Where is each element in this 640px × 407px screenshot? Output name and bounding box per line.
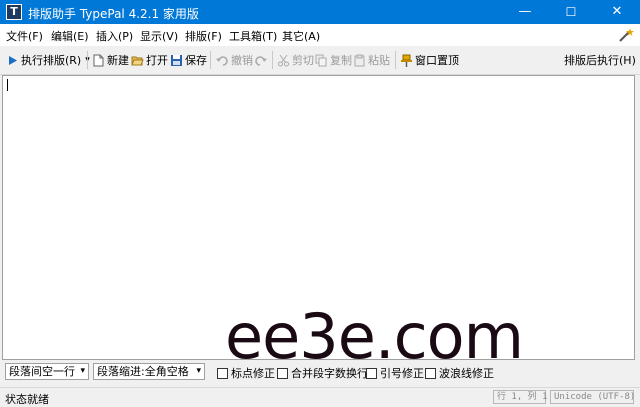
cursor-position: 行 1, 列 1 bbox=[493, 390, 546, 404]
menu-edit[interactable]: 编辑(E) bbox=[51, 28, 89, 44]
paragraph-indent-select[interactable]: 段落缩进:全角空格 ▾ bbox=[93, 363, 205, 380]
toolbar-separator bbox=[272, 51, 273, 69]
scissors-icon bbox=[277, 54, 290, 67]
new-label: 新建 bbox=[107, 52, 129, 68]
paste-label: 粘贴 bbox=[368, 52, 390, 68]
cut-label: 剪切 bbox=[292, 52, 314, 68]
folder-open-icon bbox=[131, 54, 144, 67]
window-title: 排版助手 TypePal 4.2.1 家用版 bbox=[28, 5, 199, 22]
status-text: 状态就绪 bbox=[5, 391, 49, 407]
paragraph-spacing-select[interactable]: 段落间空一行 ▾ bbox=[5, 363, 89, 380]
chevron-down-icon: ▾ bbox=[80, 364, 85, 379]
magic-wand-icon[interactable] bbox=[618, 27, 634, 43]
menu-typeset[interactable]: 排版(F) bbox=[185, 28, 222, 44]
copy-icon bbox=[315, 54, 328, 67]
encoding-indicator: Unicode (UTF-8) bbox=[550, 390, 634, 404]
toolbar: 执行排版(R) ▾ 新建 打开 保存 撤销 剪切 复制 粘贴 窗口置顶 排版后执… bbox=[0, 46, 640, 75]
undo-button[interactable]: 撤销 bbox=[216, 52, 253, 68]
cut-button[interactable]: 剪切 bbox=[277, 52, 314, 68]
chevron-down-icon: ▾ bbox=[196, 364, 201, 379]
title-bar: T 排版助手 TypePal 4.2.1 家用版 — ☐ ✕ bbox=[0, 0, 640, 24]
paragraph-indent-value: 段落缩进:全角空格 bbox=[97, 365, 189, 378]
app-icon: T bbox=[6, 4, 22, 20]
toolbar-separator bbox=[87, 51, 88, 69]
copy-label: 复制 bbox=[330, 52, 352, 68]
save-disk-icon bbox=[170, 54, 183, 67]
new-button[interactable]: 新建 bbox=[92, 52, 129, 68]
save-button[interactable]: 保存 bbox=[170, 52, 207, 68]
menu-other[interactable]: 其它(A) bbox=[282, 28, 320, 44]
status-bar: 状态就绪 行 1, 列 1 Unicode (UTF-8) bbox=[0, 387, 640, 407]
paragraph-spacing-value: 段落间空一行 bbox=[9, 365, 75, 378]
run-typeset-button[interactable]: 执行排版(R) ▾ bbox=[6, 52, 90, 68]
undo-icon bbox=[216, 54, 229, 67]
toolbar-separator bbox=[210, 51, 211, 69]
after-run-button[interactable]: 排版后执行(H) ▾ bbox=[564, 52, 640, 68]
toolbar-separator bbox=[395, 51, 396, 69]
close-button[interactable]: ✕ bbox=[594, 0, 640, 24]
minimize-button[interactable]: — bbox=[502, 0, 548, 24]
menu-toolbox[interactable]: 工具箱(T) bbox=[229, 28, 277, 44]
menu-insert[interactable]: 插入(P) bbox=[96, 28, 133, 44]
text-caret bbox=[7, 79, 8, 91]
run-typeset-label: 执行排版(R) bbox=[21, 52, 81, 68]
clipboard-icon bbox=[353, 54, 366, 67]
maximize-button[interactable]: ☐ bbox=[548, 0, 594, 24]
paste-button[interactable]: 粘贴 bbox=[353, 52, 390, 68]
open-button[interactable]: 打开 bbox=[131, 52, 168, 68]
pin-icon bbox=[400, 54, 413, 67]
redo-icon bbox=[254, 54, 267, 67]
undo-label: 撤销 bbox=[231, 52, 253, 68]
pin-window-button[interactable]: 窗口置顶 bbox=[400, 52, 459, 68]
open-label: 打开 bbox=[146, 52, 168, 68]
after-run-label: 排版后执行(H) bbox=[564, 52, 636, 68]
menu-view[interactable]: 显示(V) bbox=[140, 28, 178, 44]
redo-button[interactable] bbox=[254, 52, 269, 68]
watermark-text: ee3e.com bbox=[225, 300, 523, 373]
copy-button[interactable]: 复制 bbox=[315, 52, 352, 68]
save-label: 保存 bbox=[185, 52, 207, 68]
menu-bar: 文件(F) 编辑(E) 插入(P) 显示(V) 排版(F) 工具箱(T) 其它(… bbox=[0, 24, 640, 46]
menu-file[interactable]: 文件(F) bbox=[6, 28, 43, 44]
pin-window-label: 窗口置顶 bbox=[415, 52, 459, 68]
new-file-icon bbox=[92, 54, 105, 67]
play-icon bbox=[6, 54, 19, 67]
